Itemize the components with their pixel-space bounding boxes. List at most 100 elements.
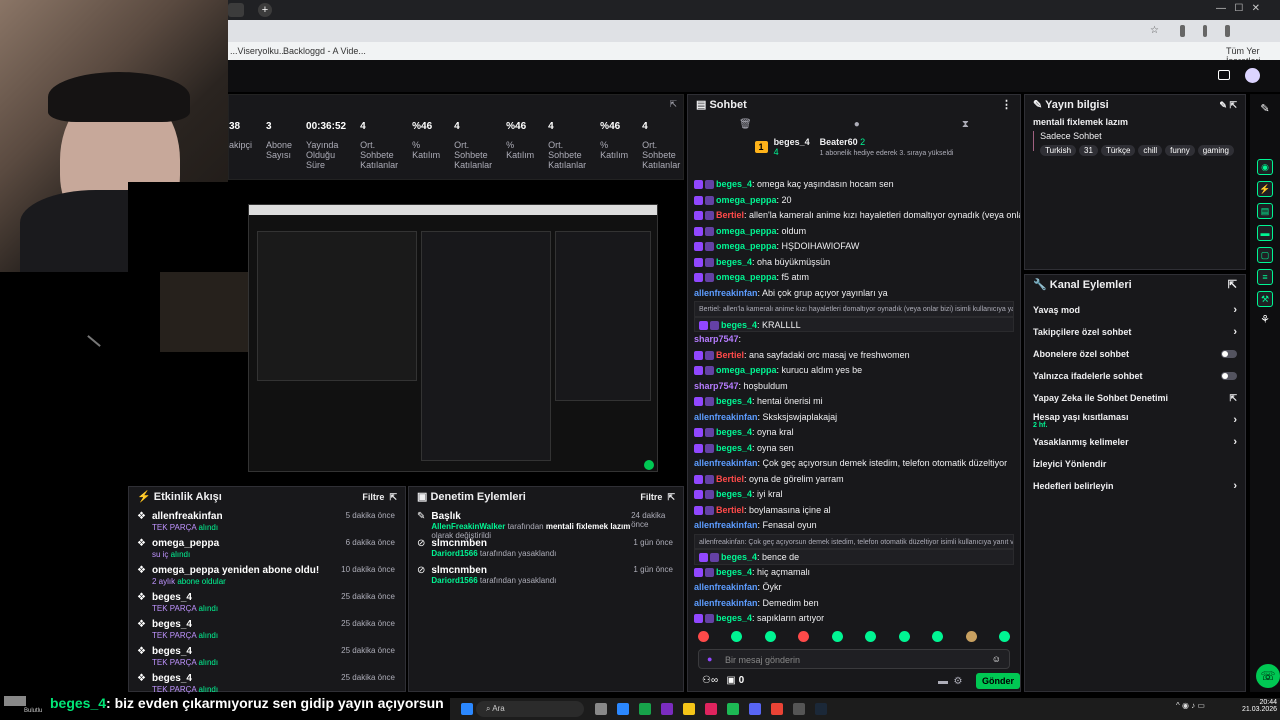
stream-tag[interactable]: Türkçe <box>1100 145 1136 156</box>
bookmark-item[interactable]: Backloggd - A Vide... <box>283 46 366 56</box>
clock[interactable]: 20:44 21.03.2026 <box>1242 699 1277 713</box>
moderation-filter-button[interactable]: Filtre <box>640 492 662 502</box>
emote-icon[interactable] <box>898 631 910 642</box>
discord-icon[interactable] <box>749 703 761 715</box>
chat-message[interactable]: beges_4: hentai önerisi mi <box>688 394 1020 410</box>
chat-message[interactable]: sharp7547: hoşbuldum <box>688 379 1020 395</box>
send-button[interactable]: Gönder <box>976 673 1021 689</box>
chat-message[interactable]: omega_peppa: oldum <box>688 224 1020 240</box>
window-controls[interactable]: — ☐ ✕ <box>1216 3 1260 14</box>
chat-message[interactable]: beges_4: hiç açmamalı <box>688 565 1020 581</box>
frame-icon[interactable]: ▢ <box>1257 247 1273 263</box>
stream-tag[interactable]: 31 <box>1079 145 1098 156</box>
activity-item[interactable]: ❖ beges_4 TEK PARÇA alındı 25 dakika önce <box>129 615 405 642</box>
edit-icon[interactable]: ✎ <box>1250 102 1280 115</box>
spotify-icon[interactable] <box>727 703 739 715</box>
stream-tag[interactable]: gaming <box>1197 145 1234 156</box>
bubble-icon[interactable]: ● <box>854 119 860 130</box>
wrench-icon[interactable]: ⚒ <box>1257 291 1273 307</box>
avatar[interactable] <box>1245 68 1260 83</box>
emote-icon[interactable] <box>798 631 810 642</box>
camera-icon[interactable]: ◉ <box>1257 159 1273 175</box>
channel-action-item[interactable]: Hesap yaşı kısıtlaması 2 hf. › <box>1025 409 1245 431</box>
activity-item[interactable]: ❖ allenfreakinfan TEK PARÇA alındı 5 dakika… <box>129 507 405 534</box>
channel-action-item[interactable]: Yavaş mod › <box>1025 299 1245 321</box>
chat-username[interactable]: beges_4 <box>716 613 752 623</box>
chat-message[interactable]: Bertiel: allen'la kameralı anime kızı ha… <box>688 208 1020 224</box>
chat-username[interactable]: beges_4 <box>716 443 752 453</box>
chat-username[interactable]: Bertiel <box>716 210 744 220</box>
chat-menu-icon[interactable]: ⋮ <box>1001 95 1012 115</box>
chat-message[interactable]: omega_peppa: kurucu aldım yes be <box>688 363 1020 379</box>
channel-action-item[interactable]: Hedefleri belirleyin › <box>1025 475 1245 497</box>
help-chat-icon[interactable]: ☏ <box>1256 664 1280 688</box>
add-icon[interactable]: ⚘ <box>1250 313 1280 326</box>
chat-username[interactable]: sharp7547 <box>694 381 739 391</box>
popout-icon[interactable]: ⇱ <box>389 492 397 502</box>
activity-item[interactable]: ❖ beges_4 TEK PARÇA alındı 25 dakika önce <box>129 669 405 696</box>
chat-message[interactable]: allenfreakinfan: Sksksjswjaplakajaj <box>688 410 1020 426</box>
toggle-switch[interactable] <box>1221 350 1237 358</box>
emote-icon[interactable] <box>831 631 843 642</box>
emote-icon[interactable] <box>764 631 776 642</box>
emote-icon[interactable] <box>865 631 877 642</box>
popout-icon[interactable]: ⇱ <box>1228 275 1237 295</box>
emote-icon[interactable] <box>965 631 977 642</box>
chat-message[interactable]: Bertiel: boylamasına içine al <box>688 503 1020 519</box>
steam-icon[interactable] <box>815 703 827 715</box>
popout-icon[interactable]: ⇱ <box>669 99 677 110</box>
chat-settings-icons[interactable]: ▬ ⚙ <box>938 676 963 687</box>
popout-icon[interactable]: ⇱ <box>667 492 675 502</box>
chat-username[interactable]: omega_peppa <box>716 272 777 282</box>
chat-username[interactable]: Bertiel <box>716 505 744 515</box>
chat-message[interactable]: allenfreakinfan: Fenasal oyun <box>688 518 1020 534</box>
chat-username[interactable]: allenfreakinfan <box>694 598 758 608</box>
activity-filter-button[interactable]: Filtre <box>362 492 384 502</box>
chat-message[interactable]: omega_peppa: HŞDOIHAWIOFAW <box>688 239 1020 255</box>
chat-username[interactable]: Bertiel <box>716 350 744 360</box>
trash-icon[interactable]: 🗑 <box>739 119 752 130</box>
channel-action-item[interactable]: Yapay Zeka ile Sohbet Denetimi ⇱ <box>1025 387 1245 409</box>
chat-username[interactable]: beges_4 <box>716 489 752 499</box>
obs-icon[interactable] <box>793 703 805 715</box>
chat-username[interactable]: beges_4 <box>716 427 752 437</box>
channel-action-item[interactable]: Takipçilere özel sohbet › <box>1025 321 1245 343</box>
chat-message[interactable]: allenfreakinfan: Öykr <box>688 580 1020 596</box>
stream-tag[interactable]: funny <box>1165 145 1195 156</box>
activity-item[interactable]: ❖ omega_peppa yeniden abone oldu! 2 aylık … <box>129 561 405 588</box>
lightning-icon[interactable]: ⚡ <box>1257 181 1273 197</box>
emote-icon[interactable] <box>932 631 944 642</box>
channel-action-item[interactable]: Yalnızca ifadelerle sohbet <box>1025 365 1245 387</box>
popout-icon[interactable]: ⇱ <box>1229 100 1237 110</box>
moderation-item[interactable]: ✎ Başlık AllenFreakinWalker tarafından men… <box>409 507 683 540</box>
channel-action-item[interactable]: İzleyici Yönlendir <box>1025 453 1245 475</box>
chat-message[interactable]: sharp7547: <box>688 332 1020 348</box>
activity-item[interactable]: ❖ omega_peppa su iç alındı 6 dakika önce <box>129 534 405 561</box>
activity-item[interactable]: ❖ beges_4 TEK PARÇA alındı 25 dakika önce <box>129 588 405 615</box>
stream-tag[interactable]: chill <box>1138 145 1163 156</box>
extension-icons[interactable] <box>1175 25 1235 37</box>
edge-icon[interactable] <box>617 703 629 715</box>
chat-username[interactable]: omega_peppa <box>716 241 777 251</box>
points-area[interactable]: ⚇∞ ▣ 0 <box>702 675 744 686</box>
chat-username[interactable]: allenfreakinfan <box>694 520 758 530</box>
chat-message[interactable]: omega_peppa: f5 atım <box>688 270 1020 286</box>
hourglass-icon[interactable]: ⧗ <box>962 119 969 130</box>
chat-message[interactable]: beges_4: iyi kral <box>688 487 1020 503</box>
pinned-leaderboard[interactable]: 1 beges_4 4 Beater60 2 1 abonelik hediye e… <box>688 133 1020 161</box>
channel-action-item[interactable]: Yasaklanmış kelimeler › <box>1025 431 1245 453</box>
chat-username[interactable]: beges_4 <box>721 552 757 562</box>
chat-message[interactable]: beges_4: oyna kral <box>688 425 1020 441</box>
chat-username[interactable]: allenfreakinfan <box>694 412 758 422</box>
chat-bubble-icon[interactable]: ▬ <box>1257 225 1273 241</box>
chat-username[interactable]: allenfreakinfan <box>694 288 758 298</box>
chat-input[interactable]: ● Bir mesaj gönderin ☺ <box>698 649 1010 669</box>
bookmark-star-icon[interactable]: ☆ <box>1150 25 1159 36</box>
channel-action-item[interactable]: Abonelere özel sohbet <box>1025 343 1245 365</box>
taskbar-search[interactable]: ⌕ Ara <box>476 701 584 717</box>
chat-message[interactable]: beges_4: oha büyükmüşsün <box>688 255 1020 271</box>
chat-username[interactable]: beges_4 <box>716 257 752 267</box>
app-icon[interactable] <box>705 703 717 715</box>
emote-picker-icon[interactable]: ☺ <box>992 654 1001 664</box>
emote-icon[interactable] <box>731 631 743 642</box>
